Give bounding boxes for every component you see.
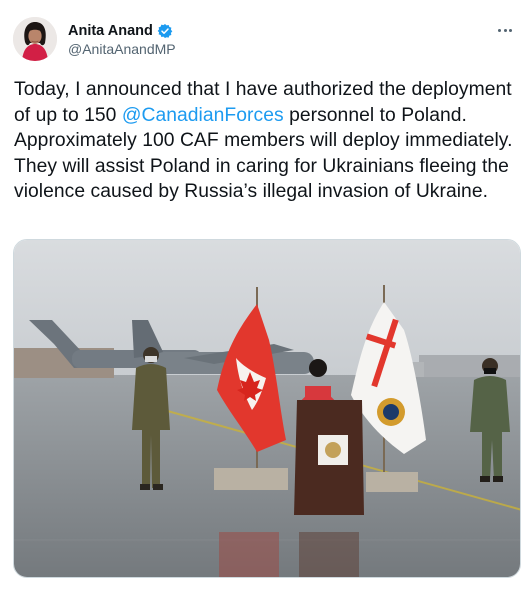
more-options-icon[interactable] [493, 18, 517, 42]
avatar[interactable] [13, 17, 57, 61]
author-name-row[interactable]: Anita Anand [68, 22, 173, 40]
display-name[interactable]: Anita Anand [68, 23, 153, 39]
author-handle[interactable]: @AnitaAnandMP [68, 41, 176, 57]
tweet[interactable]: Anita Anand @AnitaAnandMP Today, I annou… [0, 0, 531, 591]
tweet-text: Today, I announced that I have authorize… [14, 77, 519, 205]
mention-link[interactable]: @CanadianForces [122, 105, 284, 126]
verified-badge-icon [157, 23, 173, 39]
tweet-photo[interactable] [13, 239, 521, 578]
